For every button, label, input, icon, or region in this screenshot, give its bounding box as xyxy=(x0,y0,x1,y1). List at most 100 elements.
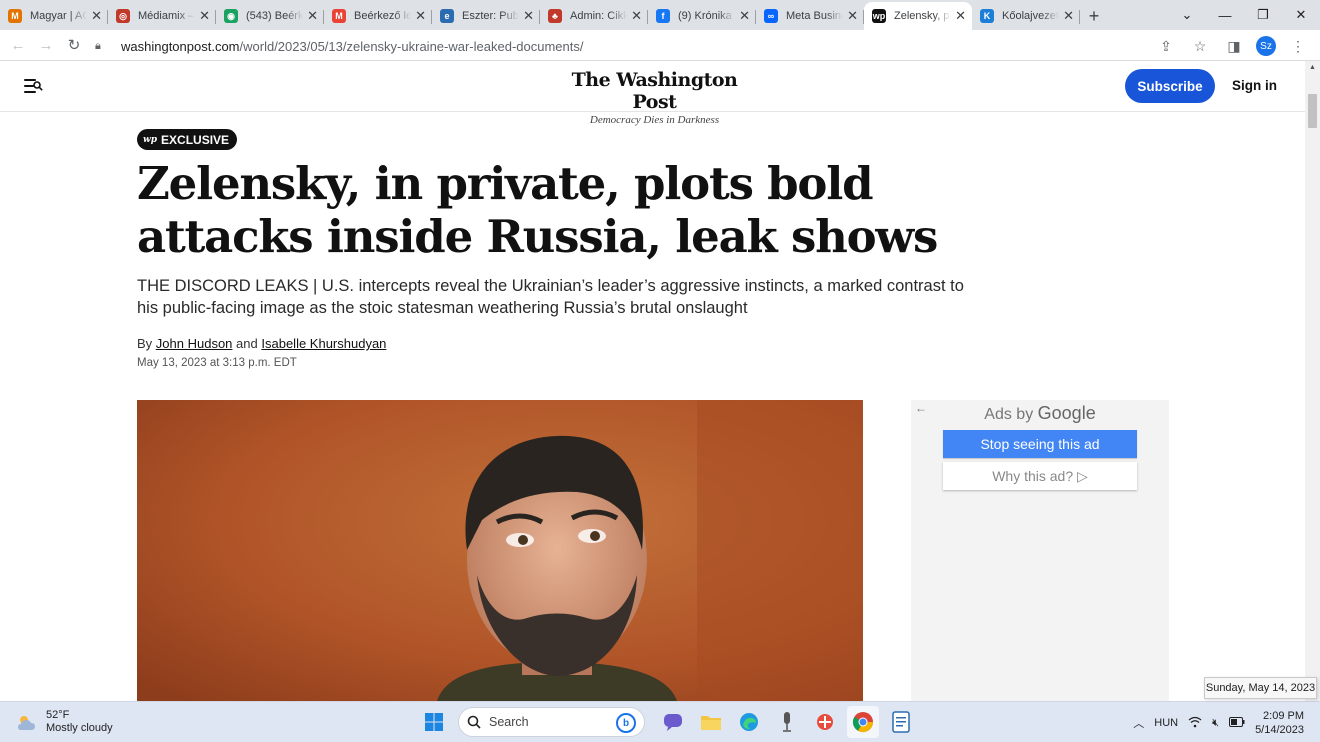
forward-icon[interactable]: → xyxy=(32,31,60,59)
clock-date: 5/14/2023 xyxy=(1255,724,1304,736)
author-link-1[interactable]: John Hudson xyxy=(156,336,233,351)
tab-label: (9) Krónika xyxy=(678,10,732,22)
browser-tab[interactable]: ♣ Admin: Cikk ✕ xyxy=(540,2,648,30)
volume-muted-icon[interactable]: 🔇︎ xyxy=(1212,717,1219,730)
page-scrollbar[interactable]: ▲ xyxy=(1305,61,1320,701)
browser-tab[interactable]: e Eszter: Publ ✕ xyxy=(432,2,540,30)
browser-tab[interactable]: M Magyar | AC ✕ xyxy=(0,2,108,30)
scrollbar-thumb[interactable] xyxy=(1308,94,1317,128)
browser-tab[interactable]: ∞ Meta Busine ✕ xyxy=(756,2,864,30)
profile-avatar[interactable]: Sz xyxy=(1256,36,1276,56)
restore-icon[interactable]: ❐ xyxy=(1244,0,1282,30)
sections-menu-icon[interactable] xyxy=(24,78,43,94)
author-link-2[interactable]: Isabelle Khurshudyan xyxy=(261,336,386,351)
tab-close-icon[interactable]: ✕ xyxy=(739,8,750,24)
tab-close-icon[interactable]: ✕ xyxy=(307,8,318,24)
date-tooltip: Sunday, May 14, 2023 xyxy=(1204,677,1317,699)
url-host: washingtonpost.com xyxy=(121,38,240,54)
tab-close-icon[interactable]: ✕ xyxy=(91,8,102,24)
byline: By John Hudson and Isabelle Khurshudyan xyxy=(137,336,386,351)
tab-label: (543) Beérk xyxy=(246,10,304,22)
portrait-illustration xyxy=(137,400,863,701)
chrome-icon[interactable] xyxy=(847,706,879,738)
reload-icon[interactable]: ↻ xyxy=(60,31,88,59)
microphone-app-icon[interactable] xyxy=(771,706,803,738)
browser-tab[interactable]: ◉ (543) Beérk ✕ xyxy=(216,2,324,30)
tab-close-icon[interactable]: ✕ xyxy=(631,8,642,24)
taskbar-search-label: Search xyxy=(489,715,529,729)
edge-icon[interactable] xyxy=(733,706,765,738)
url-field[interactable]: 🔒︎ washingtonpost.com/world/2023/05/13/z… xyxy=(95,34,1230,58)
url-path: /world/2023/05/13/zelensky-ukraine-war-l… xyxy=(239,38,584,54)
lock-icon[interactable]: 🔒︎ xyxy=(95,40,109,53)
clock-time: 2:09 PM xyxy=(1263,710,1304,722)
tab-favicon-icon: M xyxy=(8,9,22,23)
taskbar-search-box[interactable]: Search b xyxy=(458,707,645,737)
document-app-icon[interactable] xyxy=(885,706,917,738)
logo-name: The Washington Post xyxy=(571,69,738,113)
system-tray: ︿ HUN 🔇︎ 2:09 PM 5/14/2023 xyxy=(1133,707,1304,739)
input-language[interactable]: HUN xyxy=(1154,717,1178,729)
side-panel-icon[interactable]: ◨ xyxy=(1222,34,1246,58)
cloudy-weather-icon xyxy=(16,714,38,730)
browser-tab-strip: M Magyar | AC ✕ ◎ Médiamix – ✕ ◉ (543) Beérk ✕ M B… xyxy=(0,0,1320,30)
tab-favicon-icon: ◉ xyxy=(224,9,238,23)
publish-date: May 13, 2023 at 3:13 p.m. EDT xyxy=(137,357,297,369)
tab-favicon-icon: ♣ xyxy=(548,9,562,23)
browser-tab[interactable]: ◎ Médiamix – ✕ xyxy=(108,2,216,30)
tab-label: Magyar | AC xyxy=(30,10,88,22)
tab-label: Médiamix – xyxy=(138,10,195,22)
byline-and: and xyxy=(236,336,258,351)
new-tab-icon[interactable]: + xyxy=(1080,2,1108,30)
taskbar-clock[interactable]: 2:09 PM 5/14/2023 xyxy=(1255,709,1304,737)
battery-icon[interactable] xyxy=(1229,716,1245,730)
tab-favicon-icon: M xyxy=(332,9,346,23)
lead-photo[interactable] xyxy=(137,400,863,701)
file-explorer-icon[interactable] xyxy=(695,706,727,738)
exclusive-badge: wp EXCLUSIVE xyxy=(137,129,238,150)
browser-tab[interactable]: wp Zelensky, pl ✕ xyxy=(864,2,972,30)
tab-close-icon[interactable]: ✕ xyxy=(523,8,534,24)
tab-close-icon[interactable]: ✕ xyxy=(955,8,966,24)
browser-tab[interactable]: M Beérkező le ✕ xyxy=(324,2,432,30)
tab-close-icon[interactable]: ✕ xyxy=(1063,8,1074,24)
close-window-icon[interactable]: ✕ xyxy=(1282,0,1320,30)
google-wordmark: Google xyxy=(1037,403,1096,423)
site-logo[interactable]: The Washington Post Democracy Dies in Da… xyxy=(552,69,757,126)
back-icon[interactable]: ← xyxy=(4,31,32,59)
browser-tab[interactable]: K Kőolajvezet ✕ xyxy=(972,2,1080,30)
tab-close-icon[interactable]: ✕ xyxy=(847,8,858,24)
share-icon[interactable]: ⇪ xyxy=(1154,34,1178,58)
browser-menu-icon[interactable]: ⋮ xyxy=(1286,34,1310,58)
wifi-icon[interactable] xyxy=(1188,716,1202,731)
web-page: The Washington Post Democracy Dies in Da… xyxy=(0,61,1305,701)
logo-tagline: Democracy Dies in Darkness xyxy=(589,114,720,126)
browser-tab[interactable]: f (9) Krónika ✕ xyxy=(648,2,756,30)
bing-icon[interactable]: b xyxy=(616,713,636,733)
sign-in-link[interactable]: Sign in xyxy=(1232,78,1277,93)
start-windows-icon[interactable] xyxy=(418,706,450,738)
weather-widget[interactable]: 52°F Mostly cloudy xyxy=(16,709,113,735)
tab-favicon-icon: ∞ xyxy=(764,9,778,23)
why-this-ad-button[interactable]: Why this ad? ▷ xyxy=(943,462,1137,490)
tab-label: Kőolajvezet xyxy=(1002,10,1059,22)
tab-search-icon[interactable]: ⌄ xyxy=(1168,0,1206,30)
tab-favicon-icon: e xyxy=(440,9,454,23)
tab-label: Admin: Cikk xyxy=(570,10,628,22)
subscribe-button[interactable]: Subscribe xyxy=(1125,69,1215,103)
pinned-app-icon[interactable] xyxy=(809,706,841,738)
bookmark-star-icon[interactable]: ☆ xyxy=(1188,34,1212,58)
weather-temperature: 52°F xyxy=(46,709,70,721)
wp-mark-icon: wp xyxy=(143,134,158,145)
show-hidden-icons-chevron-icon[interactable]: ︿ xyxy=(1133,715,1144,731)
ads-by-label: Ads by xyxy=(984,406,1034,423)
chat-icon[interactable] xyxy=(657,706,689,738)
ad-panel: ← Ads by Google Stop seeing this ad Why … xyxy=(911,400,1169,701)
taskbar-apps: Search b xyxy=(418,706,917,738)
stop-seeing-ad-button[interactable]: Stop seeing this ad xyxy=(943,430,1137,458)
tab-close-icon[interactable]: ✕ xyxy=(199,8,210,24)
tab-close-icon[interactable]: ✕ xyxy=(415,8,426,24)
tab-favicon-icon: K xyxy=(980,9,994,23)
scroll-up-arrow-icon[interactable]: ▲ xyxy=(1309,64,1316,71)
minimize-icon[interactable]: — xyxy=(1206,0,1244,30)
